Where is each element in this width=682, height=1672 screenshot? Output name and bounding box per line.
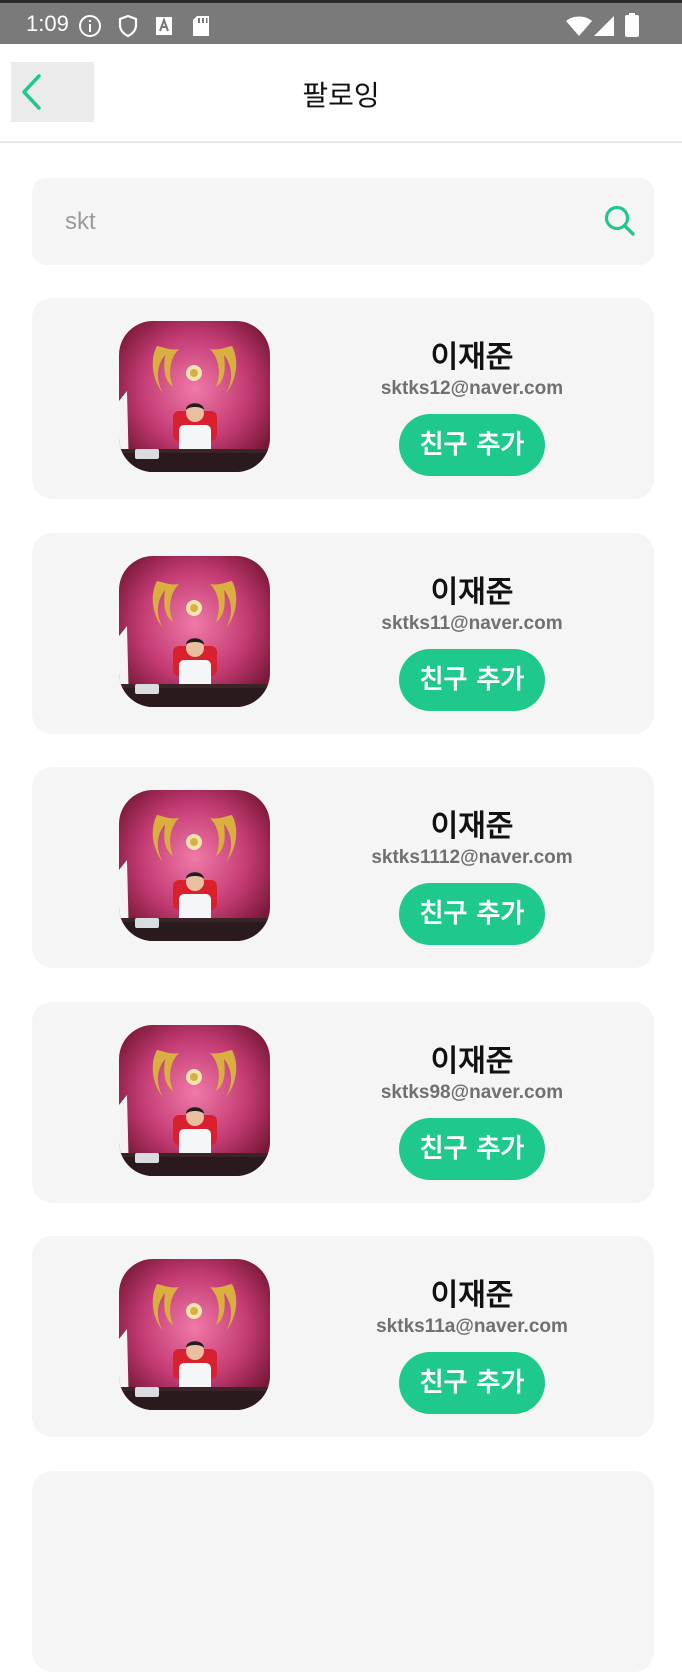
page-title: 팔로잉 — [302, 79, 380, 112]
add-friend-button[interactable]: 친구 추가 — [399, 1352, 545, 1414]
sd-card-icon — [193, 16, 209, 36]
search-input[interactable]: skt — [32, 178, 654, 265]
info-icon — [79, 15, 101, 37]
text-a-icon — [156, 17, 172, 35]
signal-icon — [594, 16, 614, 36]
list-item: 이재준 sktks12@naver.com 친구 추가 — [32, 298, 654, 499]
avatar — [119, 321, 270, 472]
add-friend-button[interactable]: 친구 추가 — [399, 414, 545, 476]
search-value: skt — [65, 208, 96, 235]
user-email: sktks11@naver.com — [381, 613, 563, 634]
user-name: 이재준 — [430, 809, 514, 844]
user-name: 이재준 — [430, 1044, 514, 1079]
app-bar: 팔로잉 — [0, 44, 682, 143]
list-item: 이재준 sktks11@naver.com 친구 추가 — [32, 533, 654, 734]
add-friend-button[interactable]: 친구 추가 — [399, 1118, 545, 1180]
list-item: 이재준 sktks1112@naver.com 친구 추가 — [32, 767, 654, 968]
status-time: 1:09 — [26, 11, 69, 36]
add-friend-button[interactable]: 친구 추가 — [399, 883, 545, 945]
search-icon[interactable] — [604, 205, 636, 237]
user-email: sktks98@naver.com — [380, 1082, 564, 1103]
add-friend-button[interactable]: 친구 추가 — [399, 649, 545, 711]
avatar — [119, 1025, 270, 1176]
user-name: 이재준 — [430, 575, 514, 610]
user-email: sktks11a@naver.com — [376, 1316, 568, 1337]
list-item: 이재준 sktks98@naver.com 친구 추가 — [32, 1002, 654, 1203]
user-name: 이재준 — [430, 1278, 514, 1313]
shield-icon — [118, 14, 138, 38]
status-bar: 1:09 — [0, 0, 682, 44]
avatar — [119, 556, 270, 707]
user-email: sktks12@naver.com — [380, 378, 564, 399]
wifi-icon — [566, 16, 592, 36]
battery-icon — [625, 13, 639, 37]
user-name: 이재준 — [430, 340, 514, 375]
avatar — [119, 790, 270, 941]
list-item: 이재준 sktks11a@naver.com 친구 추가 — [32, 1236, 654, 1437]
user-email: sktks1112@naver.com — [371, 847, 573, 868]
avatar — [119, 1259, 270, 1410]
list-item-partial — [32, 1471, 654, 1672]
